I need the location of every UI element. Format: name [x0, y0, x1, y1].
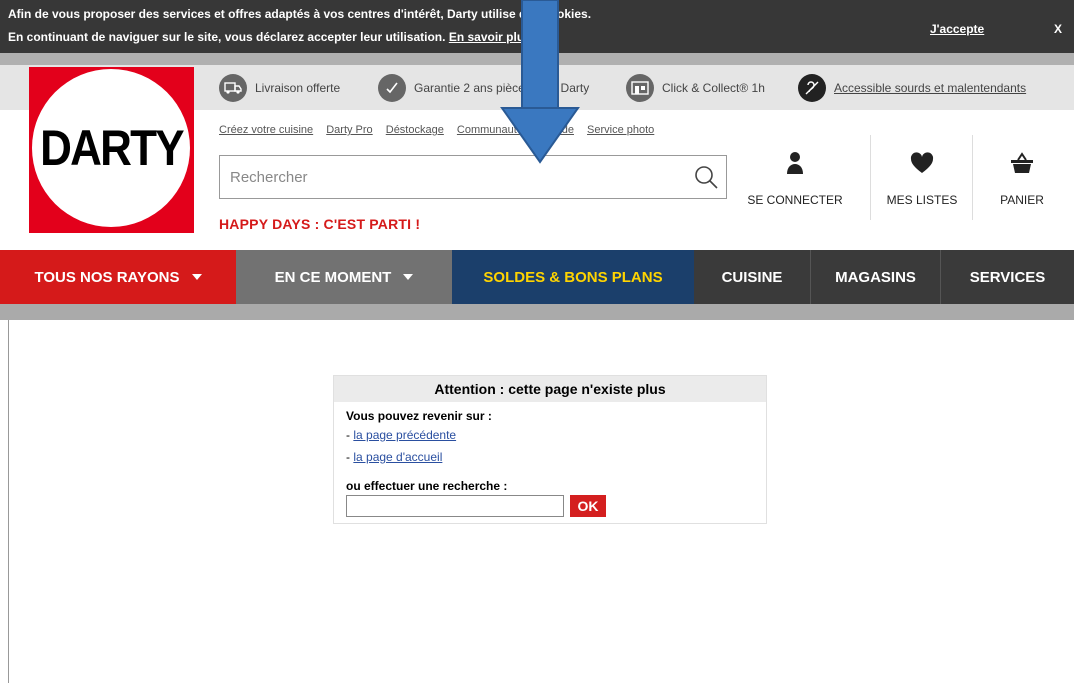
usp-delivery-label: Livraison offerte [255, 81, 341, 95]
usp-click-collect[interactable]: Click & Collect® 1h [626, 74, 765, 102]
cart-button[interactable]: PANIER [982, 147, 1062, 217]
search-icon[interactable] [693, 164, 719, 190]
cookie-accept-link[interactable]: J'accepte [930, 22, 984, 36]
nav-cuisine[interactable]: CUISINE [694, 250, 811, 304]
chevron-down-icon [403, 274, 414, 280]
nav-label: CUISINE [721, 268, 783, 286]
logo-text: DARTY [40, 120, 185, 176]
previous-page-row: - la page précédente [346, 428, 456, 442]
login-button[interactable]: SE CONNECTER [740, 147, 850, 217]
usp-click-collect-label: Click & Collect® 1h [662, 81, 765, 95]
error-title: Attention : cette page n'existe plus [334, 376, 766, 402]
error-intro: Vous pouvez revenir sur : [346, 409, 492, 423]
cookie-close-button[interactable]: X [1054, 22, 1062, 36]
link-service-photo[interactable]: Service photo [587, 124, 654, 136]
cookie-text-line2: En continuant de naviguer sur le site, v… [8, 30, 531, 44]
cookie-text: En continuant de naviguer sur le site, v… [8, 30, 446, 44]
nav-label: SERVICES [969, 268, 1046, 286]
login-label: SE CONNECTER [747, 193, 843, 207]
truck-icon [219, 74, 247, 102]
nav-magasins[interactable]: MAGASINS [811, 250, 941, 304]
usp-accessibility[interactable]: Accessible sourds et malentendants [798, 74, 1026, 102]
darty-logo[interactable]: DARTY [29, 67, 194, 233]
ok-button[interactable]: OK [570, 495, 606, 517]
header-separator [870, 135, 871, 220]
nav-label: EN CE MOMENT [274, 268, 392, 286]
search-label: ou effectuer une recherche : [346, 479, 508, 493]
nav-en-ce-moment[interactable]: EN CE MOMENT [236, 250, 452, 304]
page-not-found-box: Attention : cette page n'existe plus Vou… [333, 375, 767, 524]
search-placeholder: Rechercher [230, 169, 308, 186]
usp-delivery[interactable]: Livraison offerte [219, 74, 340, 102]
nav-label: MAGASINS [835, 268, 916, 286]
heart-icon [876, 147, 968, 179]
error-search-input[interactable] [346, 495, 564, 517]
down-arrow-icon [500, 0, 580, 164]
link-darty-pro[interactable]: Darty Pro [326, 124, 372, 136]
nav-tous-nos-rayons[interactable]: TOUS NOS RAYONS [0, 250, 236, 304]
promo-banner-text[interactable]: HAPPY DAYS : C'EST PARTI ! [219, 216, 420, 232]
nav-label: SOLDES & BONS PLANS [483, 268, 663, 286]
user-icon [740, 147, 850, 179]
nav-services[interactable]: SERVICES [941, 250, 1074, 304]
link-creez-cuisine[interactable]: Créez votre cuisine [219, 124, 313, 136]
secondary-links: Créez votre cuisine Darty Pro Déstockage… [219, 124, 664, 136]
page-left-border [8, 315, 9, 683]
search-input[interactable]: Rechercher [219, 155, 727, 199]
nav-label: TOUS NOS RAYONS [34, 268, 180, 286]
nav-bottom-strip [0, 304, 1074, 320]
lists-button[interactable]: MES LISTES [876, 147, 968, 217]
nav-soldes-bons-plans[interactable]: SOLDES & BONS PLANS [452, 250, 694, 304]
header-separator [972, 135, 973, 220]
store-icon [626, 74, 654, 102]
basket-icon [982, 147, 1062, 179]
lists-label: MES LISTES [886, 193, 958, 207]
previous-page-link[interactable]: la page précédente [353, 428, 456, 442]
link-destockage[interactable]: Déstockage [386, 124, 444, 136]
cart-label: PANIER [1000, 193, 1044, 207]
chevron-down-icon [191, 274, 202, 280]
home-page-link[interactable]: la page d'accueil [353, 450, 442, 464]
main-nav: TOUS NOS RAYONS EN CE MOMENT SOLDES & BO… [0, 250, 1074, 304]
home-page-row: - la page d'accueil [346, 450, 442, 464]
check-icon [378, 74, 406, 102]
usp-accessibility-link[interactable]: Accessible sourds et malentendants [834, 81, 1026, 95]
ear-icon [798, 74, 826, 102]
